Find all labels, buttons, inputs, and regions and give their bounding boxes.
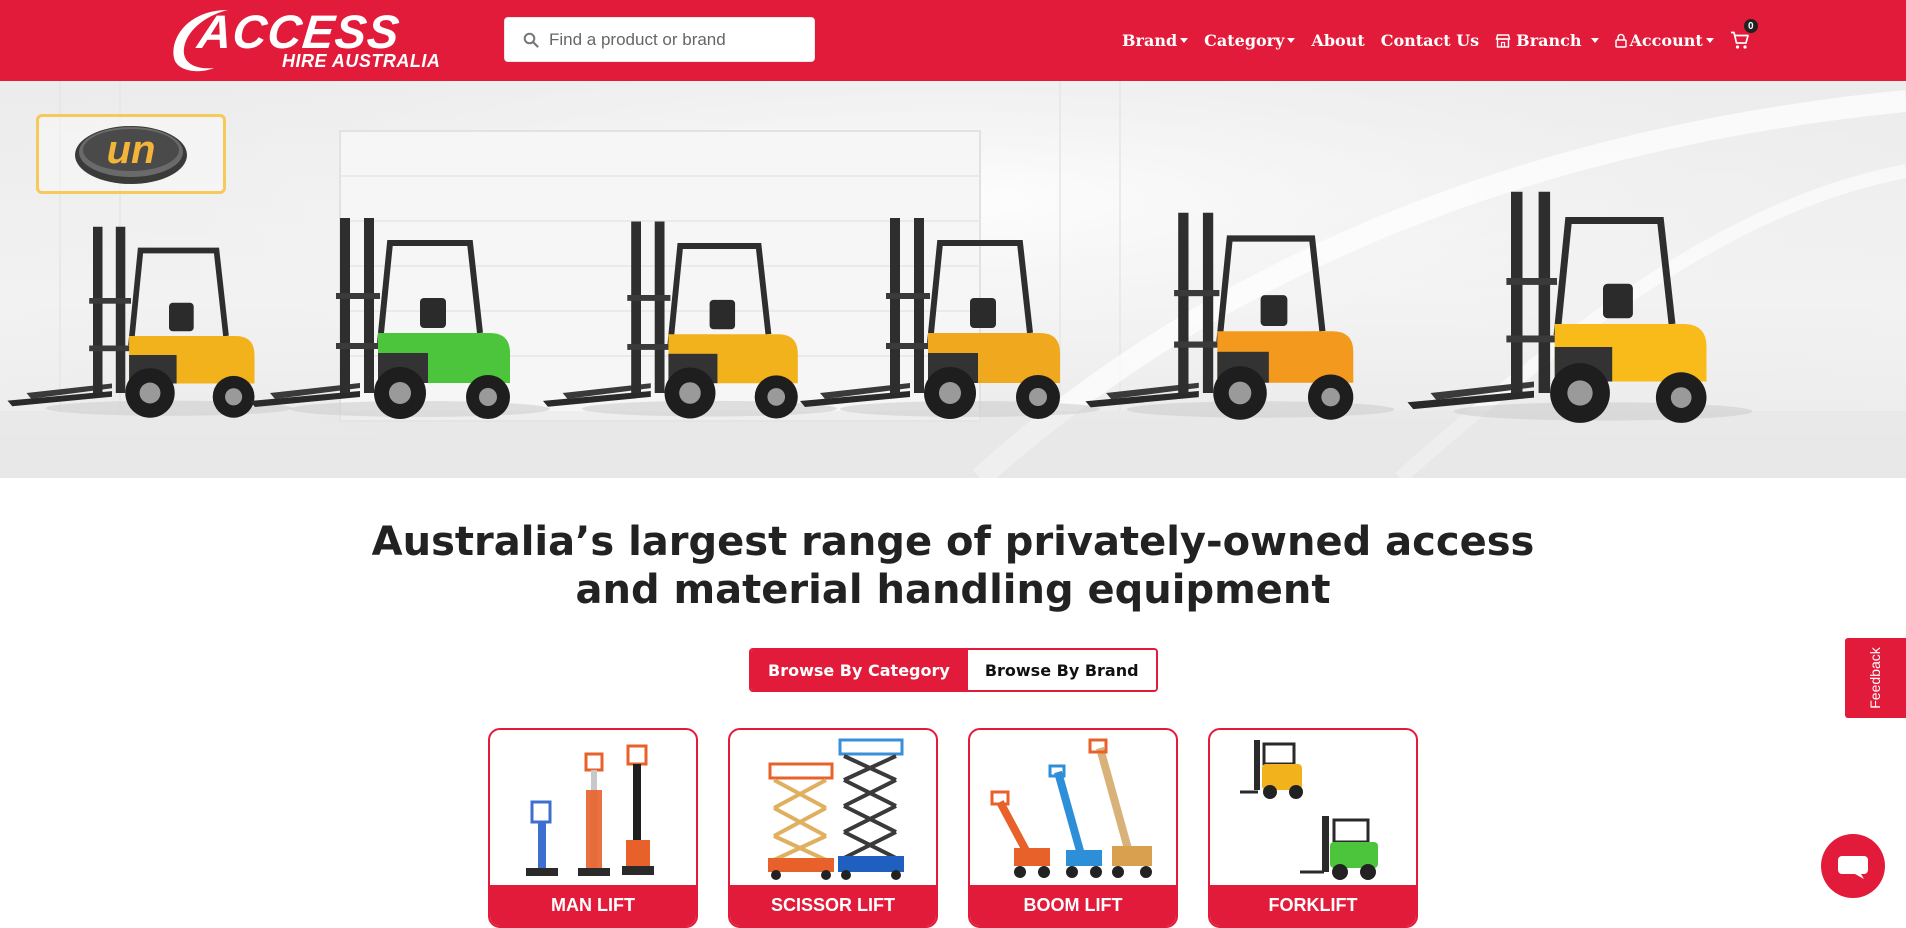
nav-about-label: About (1311, 31, 1365, 50)
brand-badge[interactable]: un (36, 114, 226, 194)
cart-count-badge: 0 (1743, 19, 1758, 33)
top-navbar: ACCESS HIRE AUSTRALIA Brand Category Abo… (0, 0, 1906, 81)
nav-account-dropdown[interactable]: Account (1614, 31, 1714, 50)
category-card-forklift[interactable]: FORKLIFT (1208, 728, 1418, 928)
nav-brand-dropdown[interactable]: Brand (1122, 31, 1189, 50)
nav-brand-label: Brand (1122, 31, 1178, 50)
browse-by-brand-tab[interactable]: Browse By Brand (966, 650, 1156, 690)
category-label: FORKLIFT (1210, 885, 1416, 926)
cart-icon (1730, 31, 1749, 49)
scissor-lift-image (768, 738, 904, 880)
nav-category-label: Category (1204, 31, 1285, 50)
nav-contact-label: Contact Us (1380, 31, 1480, 50)
man-lift-image (526, 744, 654, 876)
brand-badge-text: un (107, 128, 156, 172)
store-icon (1495, 33, 1511, 49)
logo-text: ACCESS (195, 5, 403, 58)
hero-forklift (1085, 212, 1395, 420)
hero-forklift (800, 218, 1100, 419)
site-logo[interactable]: ACCESS HIRE AUSTRALIA (170, 5, 470, 76)
hero-banner: un (0, 81, 1906, 478)
lock-icon (1614, 33, 1627, 48)
nav-branch-label: Branch (1516, 31, 1582, 50)
hero-forklift (250, 218, 550, 419)
boom-lift-image (990, 738, 1152, 878)
browse-toggle: Browse By Category Browse By Brand (749, 648, 1158, 692)
hero-forklift (543, 221, 837, 419)
un-brand-logo: un (75, 126, 187, 184)
caret-down-icon (1590, 38, 1599, 43)
caret-down-icon (1287, 38, 1296, 43)
category-card-scissor-lift[interactable]: SCISSOR LIFT (728, 728, 938, 928)
chat-bubble-icon (1838, 856, 1868, 879)
page-headline: Australia’s largest range of privately-o… (0, 518, 1906, 614)
category-card-man-lift[interactable]: MAN LIFT (488, 728, 698, 928)
feedback-tab[interactable]: Feedback (1845, 638, 1906, 718)
category-label: BOOM LIFT (970, 885, 1176, 926)
hero-forklift (7, 226, 293, 418)
nav-about-link[interactable]: About (1311, 31, 1364, 50)
nav-contact-link[interactable]: Contact Us (1381, 31, 1479, 50)
hero-forklift (1407, 191, 1753, 423)
forklift-image (1240, 740, 1378, 880)
forklift-lineup-graphic (7, 191, 1753, 423)
cart-button[interactable]: 0 (1730, 19, 1758, 50)
caret-down-icon (1180, 38, 1189, 43)
search-box (504, 17, 815, 62)
nav-account-label: Account (1629, 31, 1703, 50)
main-nav: Brand Category About Contact Us Branch A… (1122, 0, 1758, 81)
caret-down-icon (1705, 38, 1714, 43)
nav-category-dropdown[interactable]: Category (1204, 31, 1296, 50)
category-card-boom-lift[interactable]: BOOM LIFT (968, 728, 1178, 928)
search-icon (523, 32, 539, 48)
search-input[interactable] (549, 18, 809, 61)
category-grid: MAN LIFT SCISSOR LIFT BOOM LIFT FORKLIFT (488, 728, 1418, 928)
category-label: MAN LIFT (490, 885, 696, 926)
logo-subtext: HIRE AUSTRALIA (282, 51, 441, 71)
feedback-label: Feedback (1867, 647, 1883, 709)
browse-by-category-tab[interactable]: Browse By Category (751, 650, 967, 690)
headline-line-2: and material handling equipment (575, 567, 1331, 613)
nav-branch-dropdown[interactable]: Branch (1495, 31, 1599, 50)
category-label: SCISSOR LIFT (730, 885, 936, 926)
chat-launcher-button[interactable] (1821, 834, 1885, 898)
headline-line-1: Australia’s largest range of privately-o… (371, 519, 1535, 565)
